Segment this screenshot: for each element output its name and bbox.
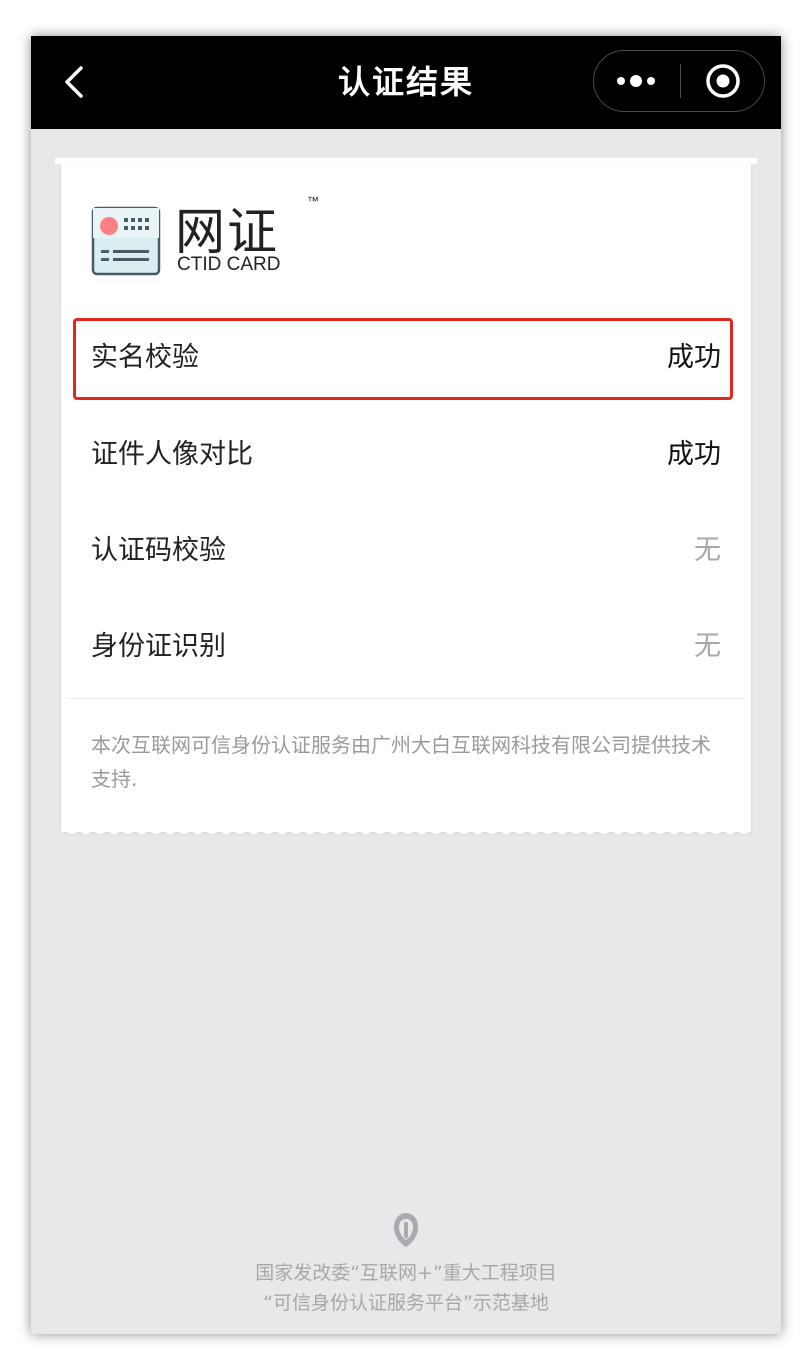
more-button[interactable] (594, 51, 680, 110)
result-label: 身份证识别 (91, 631, 226, 662)
title-bar: 认证结果 (31, 36, 781, 129)
result-label: 实名校验 (91, 342, 199, 373)
footer-line-2: “可信身份认证服务平台”示范基地 (263, 1292, 549, 1314)
divider (67, 698, 745, 699)
result-value: 成功 (667, 439, 721, 470)
footer-line-1: 国家发改委“互联网+”重大工程项目 (255, 1262, 557, 1284)
result-label: 认证码校验 (91, 535, 226, 566)
more-dots-icon (617, 75, 655, 87)
platform-shield-icon (394, 1213, 418, 1247)
logo-name-en: CTID CARD (177, 254, 281, 275)
mini-program-capsule (593, 50, 765, 112)
card-zigzag-edge (61, 826, 751, 834)
result-value: 无 (694, 535, 721, 566)
result-row-id-recognition: 身份证识别 无 (61, 607, 751, 687)
id-card-icon (91, 206, 161, 276)
result-row-portrait-compare: 证件人像对比 成功 (61, 415, 751, 495)
result-card: 网证 ™ CTID CARD 实名校验 成功 证件人像对比 成功 认证码校验 无… (61, 164, 751, 832)
ctid-logo: 网证 ™ CTID CARD (91, 192, 331, 282)
logo-trademark: ™ (307, 194, 319, 208)
result-row-real-name: 实名校验 成功 (61, 318, 751, 398)
result-value: 无 (694, 631, 721, 662)
close-button[interactable] (681, 51, 765, 110)
result-value: 成功 (667, 342, 721, 373)
app-window: 认证结果 网证 ™ CTID CARD 实名校验 成功 证件人像对比 成功 认证… (31, 36, 781, 1334)
result-label: 证件人像对比 (91, 439, 253, 470)
target-close-icon (706, 64, 740, 98)
support-note: 本次互联网可信身份认证服务由广州大白互联网科技有限公司提供技术支持. (91, 733, 711, 791)
result-row-auth-code: 认证码校验 无 (61, 511, 751, 591)
